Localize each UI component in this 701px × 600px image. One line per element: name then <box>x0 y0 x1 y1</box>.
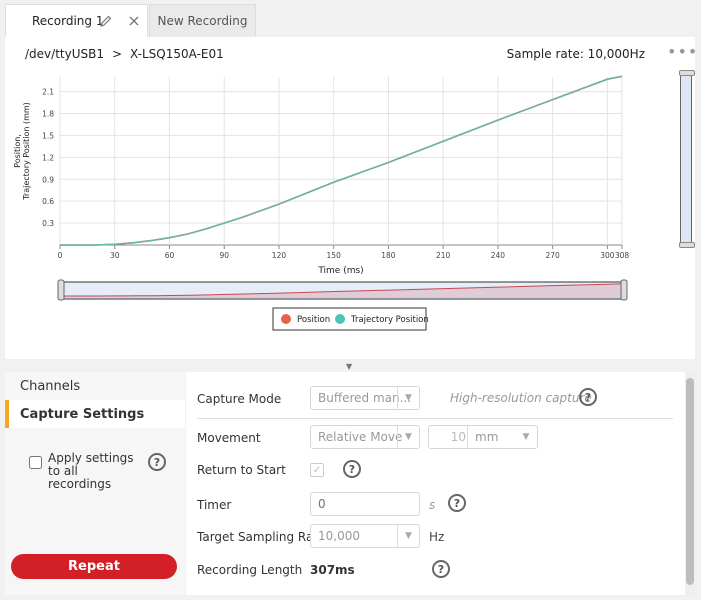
chevron-down-icon: ▼ <box>397 387 419 409</box>
capture-mode-note: High-resolution capture <box>450 391 592 405</box>
x-tick-label: 240 <box>491 251 506 260</box>
x-tick-label: 270 <box>545 251 560 260</box>
capture-mode-label: Capture Mode <box>197 392 282 406</box>
timer-input[interactable] <box>310 492 420 516</box>
help-icon[interactable]: ? <box>432 560 450 578</box>
x-tick-label: 308 <box>615 251 630 260</box>
target-rate-unit: Hz <box>429 530 445 544</box>
x-tick-label: 60 <box>165 251 175 260</box>
timer-unit: s <box>429 498 436 512</box>
move-distance-input[interactable]: 10 mm ▼ <box>428 425 538 449</box>
legend-marker-trajectory <box>335 314 345 324</box>
help-icon[interactable]: ? <box>148 453 166 471</box>
legend-label-position: Position <box>297 315 330 325</box>
x-tick-label: 150 <box>327 251 342 260</box>
x-axis-label: Time (ms) <box>317 266 363 276</box>
y-tick-label: 0.6 <box>42 197 54 206</box>
tab-bar: Recording 1 New Recording <box>0 0 701 37</box>
help-icon[interactable]: ? <box>448 494 466 512</box>
timer-label: Timer <box>197 498 232 512</box>
nav-label: Capture Settings <box>20 406 145 422</box>
chevron-down-icon: ▼ <box>397 426 419 448</box>
y-axis-ticks: 0.3 0.6 0.9 1.2 1.5 1.8 2.1 <box>42 88 54 228</box>
vertical-zoom-scrollbar[interactable] <box>679 70 695 248</box>
repeat-button[interactable]: Repeat <box>11 554 177 579</box>
x-tick-label: 0 <box>58 251 63 260</box>
x-tick-label: 90 <box>219 251 229 260</box>
tab-new-recording[interactable]: New Recording <box>149 4 256 37</box>
return-to-start-checkbox[interactable]: ✓ <box>310 463 324 477</box>
recording-length-label: Recording Length <box>197 563 303 577</box>
apply-all-label: Apply settings to all recordings <box>48 451 134 491</box>
series-line-position <box>60 75 623 246</box>
nav-label: Channels <box>20 378 81 394</box>
x-tick-label: 120 <box>272 251 287 260</box>
tab-label: Recording 1 <box>32 14 104 28</box>
y-axis-label-line1: Position, <box>13 134 22 168</box>
capture-settings-panel: Capture Mode Buffered man... ▼ High-reso… <box>186 372 686 595</box>
collapse-arrow-icon[interactable]: ▼ <box>346 362 352 371</box>
help-icon[interactable]: ? <box>343 460 361 478</box>
settings-scrollbar[interactable] <box>686 378 694 585</box>
x-tick-label: 180 <box>381 251 396 260</box>
pencil-icon[interactable] <box>98 13 114 29</box>
navigator-handle-right[interactable] <box>620 279 628 301</box>
x-tick-label: 300 <box>600 251 615 260</box>
help-icon[interactable]: ? <box>579 388 597 406</box>
chart-panel: /dev/ttyUSB1 > X-LSQ150A-E01 Sample rate… <box>5 37 697 359</box>
y-tick-label: 1.8 <box>42 110 54 119</box>
chevron-down-icon: ▼ <box>522 432 530 442</box>
x-tick-label: 210 <box>436 251 451 260</box>
nav-item-capture-settings[interactable]: Capture Settings <box>5 400 185 428</box>
movement-value: Relative Move <box>318 430 403 444</box>
target-sampling-rate-label: Target Sampling Rate <box>197 530 326 544</box>
divider <box>197 418 673 419</box>
close-icon[interactable] <box>126 13 142 29</box>
legend-label-trajectory: Trajectory Position <box>350 315 429 325</box>
chevron-down-icon: ▼ <box>397 525 419 547</box>
move-distance-value: 10 <box>450 430 466 444</box>
x-axis-ticks: 0 30 60 90 120 150 180 210 240 270 300 308 <box>58 251 630 260</box>
series-line-trajectory <box>60 75 623 246</box>
movement-label: Movement <box>197 431 261 445</box>
tab-label: New Recording <box>157 14 248 28</box>
legend-marker-position <box>281 314 291 324</box>
return-to-start-label: Return to Start <box>197 463 286 477</box>
x-tick-label: 30 <box>110 251 120 260</box>
chart-grid <box>59 77 623 249</box>
navigator-handle-left[interactable] <box>57 279 65 301</box>
target-sampling-rate-value: 10,000 <box>318 529 360 543</box>
apply-all-checkbox[interactable] <box>29 456 42 469</box>
target-sampling-rate-select[interactable]: 10,000 ▼ <box>310 524 420 548</box>
apply-all-option[interactable]: Apply settings to all recordings ? <box>29 452 166 491</box>
nav-item-channels[interactable]: Channels <box>5 372 185 400</box>
y-tick-label: 1.2 <box>42 153 54 162</box>
move-unit-value: mm <box>475 430 499 444</box>
y-axis-label-line2: Trajectory Position (mm) <box>22 102 31 201</box>
y-tick-label: 1.5 <box>42 131 54 140</box>
settings-nav: Channels Capture Settings Apply settings… <box>5 372 185 595</box>
recording-length-value: 307ms <box>310 563 355 577</box>
y-tick-label: 0.3 <box>42 219 54 228</box>
position-chart: 0.3 0.6 0.9 1.2 1.5 1.8 2.1 0 30 60 90 120 150 180 21… <box>13 75 630 331</box>
y-tick-label: 2.1 <box>42 88 54 97</box>
capture-mode-select[interactable]: Buffered man... ▼ <box>310 386 420 410</box>
tab-recording-1[interactable]: Recording 1 <box>5 4 148 37</box>
movement-select[interactable]: Relative Move ▼ <box>310 425 420 449</box>
y-tick-label: 0.9 <box>42 175 54 184</box>
chart-series <box>60 75 623 246</box>
